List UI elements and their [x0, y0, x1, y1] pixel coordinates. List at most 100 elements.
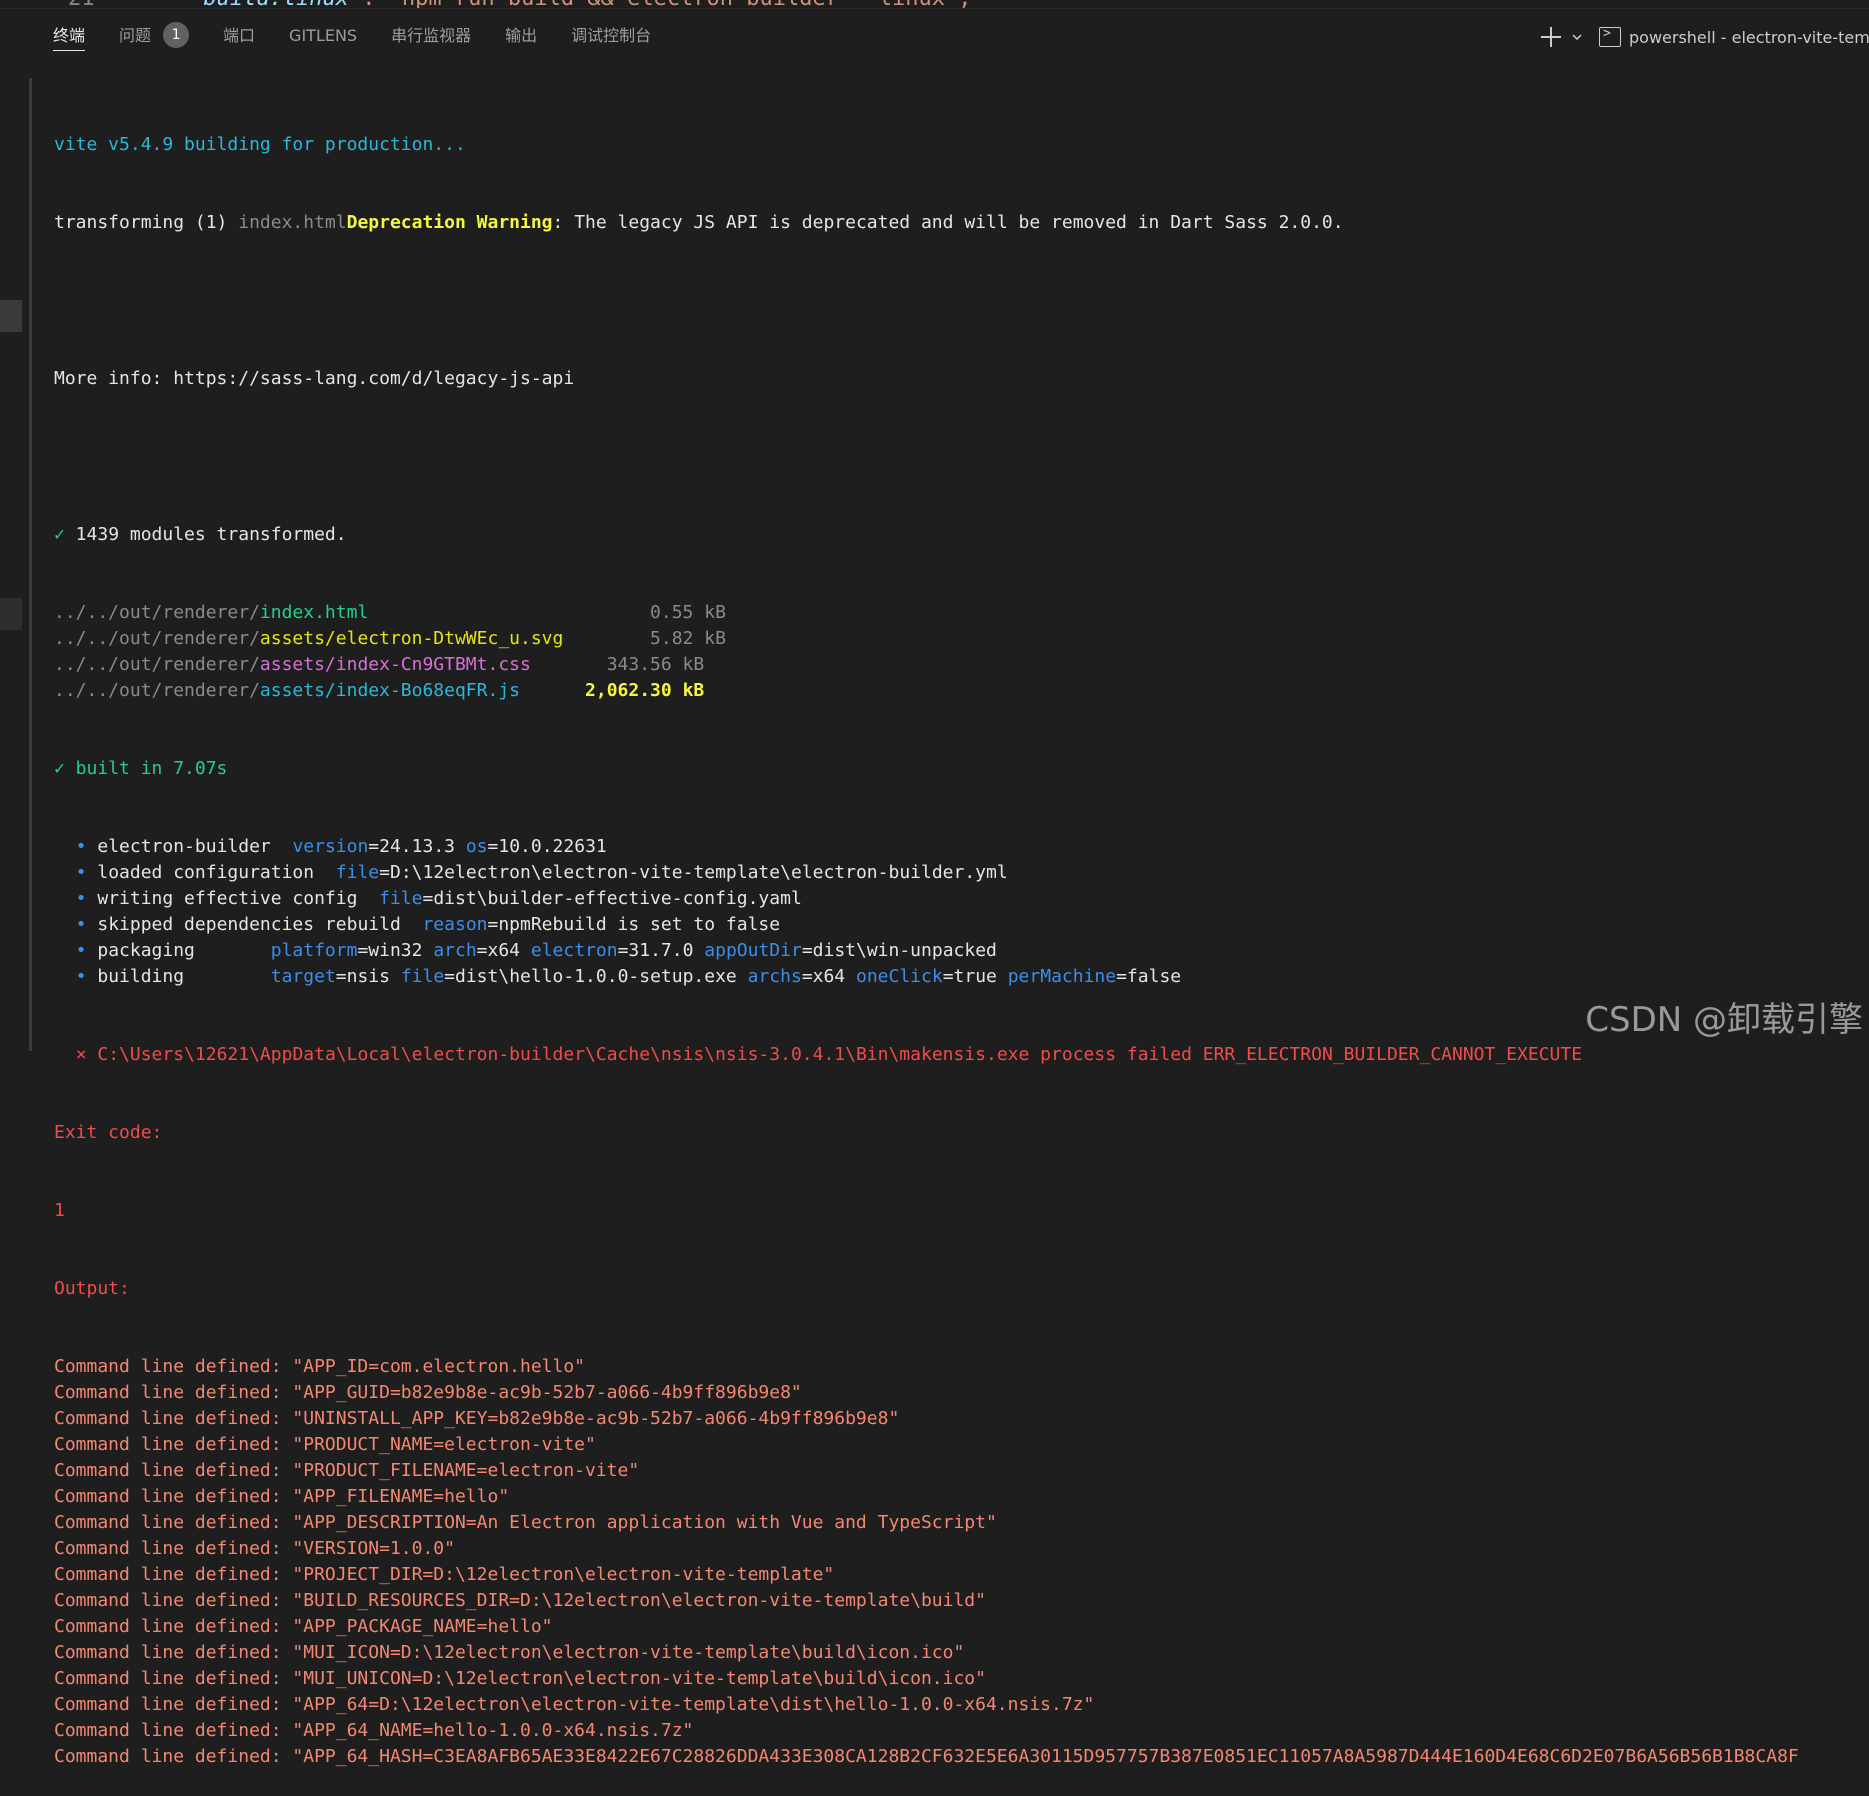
- builder-step: skipped dependencies rebuild: [97, 914, 423, 935]
- tab-5[interactable]: 输出: [505, 9, 537, 65]
- deprecation-message: : The legacy JS API is deprecated and wi…: [552, 212, 1344, 233]
- output-file-size: 5.82 kB: [650, 628, 726, 649]
- bullet-icon: •: [54, 914, 98, 935]
- builder-value: =true: [942, 966, 1008, 987]
- output-spacer: [563, 628, 650, 649]
- output-file-name: index.html: [259, 602, 369, 623]
- builder-value: =nsis: [335, 966, 401, 987]
- tab-label: 端口: [223, 26, 256, 45]
- terminal-output[interactable]: vite v5.4.9 building for production... t…: [54, 80, 1854, 1796]
- terminal-gutter: [29, 78, 32, 1051]
- builder-step: packaging: [97, 940, 271, 961]
- plus-icon[interactable]: [1539, 25, 1563, 49]
- bullet-icon: •: [54, 966, 98, 987]
- define-line: Command line defined: "UNINSTALL_APP_KEY…: [54, 1408, 900, 1429]
- define-line: Command line defined: "PROJECT_DIR=D:\12…: [54, 1564, 835, 1585]
- tab-label: 串行监视器: [391, 26, 472, 45]
- builder-row: • electron-builder version=24.13.3 os=10…: [54, 834, 1854, 860]
- bullet-icon: •: [54, 940, 98, 961]
- bullet-icon: •: [54, 862, 98, 883]
- define-line: Command line defined: "PRODUCT_FILENAME=…: [54, 1460, 640, 1481]
- more-info-line: More info: https://sass-lang.com/d/legac…: [54, 368, 575, 389]
- builder-step: building: [97, 966, 271, 987]
- tab-4[interactable]: 串行监视器: [391, 9, 471, 65]
- transform-file: index.html: [238, 212, 347, 233]
- builder-row: • building target=nsis file=dist\hello-1…: [54, 964, 1854, 990]
- output-file-row: ../../out/renderer/index.html 0.55 kB: [54, 600, 1854, 626]
- define-line: Command line defined: "APP_64_HASH=C3EA8…: [54, 1746, 1799, 1767]
- builder-key: os: [465, 836, 488, 857]
- builder-value: =dist\builder-effective-config.yaml: [422, 888, 802, 909]
- panel-tabs: 终端 问题 1 端口 GITLENS 串行监视器 输出 调试控制台: [53, 9, 685, 65]
- builder-key: version: [292, 836, 369, 857]
- tab-0[interactable]: 终端: [53, 9, 86, 65]
- terminal-icon: [1599, 26, 1621, 47]
- terminal-name[interactable]: powershell - electron-vite-templ: [1629, 28, 1869, 47]
- transform-prefix: transforming (1): [54, 212, 239, 233]
- output-dir: ../../out/renderer/: [54, 680, 260, 701]
- output-spacer: [520, 680, 585, 701]
- builder-value: =x64: [476, 940, 531, 961]
- builder-key: reason: [422, 914, 488, 935]
- output-file-name: assets/index-Cn9GTBMt.css: [259, 654, 531, 675]
- output-dir: ../../out/renderer/: [54, 602, 260, 623]
- output-spacer: [368, 602, 650, 623]
- output-file-size: 0.55 kB: [650, 602, 726, 623]
- builder-step: loaded configuration: [97, 862, 336, 883]
- builder-log: • electron-builder version=24.13.3 os=10…: [54, 834, 1854, 990]
- exit-code-label: Exit code:: [54, 1122, 163, 1143]
- builder-key: electron: [530, 940, 618, 961]
- builder-value: =false: [1116, 966, 1182, 987]
- builder-row: • skipped dependencies rebuild reason=np…: [54, 912, 1854, 938]
- output-file-name: assets/index-Bo68eqFR.js: [259, 680, 520, 701]
- output-file-size: 2,062.30 kB: [585, 680, 705, 701]
- builder-value: =31.7.0: [617, 940, 705, 961]
- builder-key: file: [400, 966, 445, 987]
- define-line: Command line defined: "PRODUCT_NAME=elec…: [54, 1434, 596, 1455]
- output-file-row: ../../out/renderer/assets/index-Bo68eqFR…: [54, 678, 1854, 704]
- builder-value: =24.13.3: [368, 836, 466, 857]
- builder-row: • loaded configuration file=D:\12electro…: [54, 860, 1854, 886]
- output-file-row: ../../out/renderer/assets/electron-DtwWE…: [54, 626, 1854, 652]
- builder-key: file: [379, 888, 423, 909]
- chevron-down-icon[interactable]: [1571, 31, 1583, 43]
- tab-label: 终端: [53, 26, 86, 45]
- transform-line: transforming (1) index.htmlDeprecation W…: [54, 210, 1854, 236]
- define-line: Command line defined: "APP_GUID=b82e9b8e…: [54, 1382, 802, 1403]
- tab-label: GITLENS: [289, 26, 358, 45]
- output-file-name: assets/electron-DtwWEc_u.svg: [259, 628, 564, 649]
- builder-value: =dist\win-unpacked: [801, 940, 997, 961]
- bullet-icon: •: [54, 836, 98, 857]
- builder-step: writing effective config: [97, 888, 380, 909]
- watermark: CSDN @卸载引擎: [1585, 1000, 1863, 1040]
- builder-key: platform: [270, 940, 358, 961]
- builder-value: =npmRebuild is set to false: [487, 914, 781, 935]
- output-files: ../../out/renderer/index.html 0.55 kB ../…: [54, 600, 1854, 704]
- define-line: Command line defined: "MUI_ICON=D:\12ele…: [54, 1642, 965, 1663]
- builder-row: • writing effective config file=dist\bui…: [54, 886, 1854, 912]
- exit-code-value: 1: [54, 1200, 65, 1221]
- builder-key: perMachine: [1007, 966, 1117, 987]
- tab-label: 输出: [505, 26, 538, 45]
- define-line: Command line defined: "BUILD_RESOURCES_D…: [54, 1590, 986, 1611]
- tab-3[interactable]: GITLENS: [289, 9, 357, 65]
- panel-actions: powershell - electron-vite-templ: [1539, 9, 1869, 65]
- tab-6[interactable]: 调试控制台: [571, 9, 651, 65]
- tab-2[interactable]: 端口: [223, 9, 255, 65]
- tab-1[interactable]: 问题 1: [119, 9, 190, 65]
- built-line: ✓ built in 7.07s: [54, 756, 1854, 782]
- define-line: Command line defined: "APP_64_NAME=hello…: [54, 1720, 694, 1741]
- builder-key: file: [335, 862, 380, 883]
- builder-key: target: [270, 966, 336, 987]
- output-spacer: [531, 654, 607, 675]
- gutter-marker: [0, 300, 22, 332]
- tab-label: 调试控制台: [571, 26, 652, 45]
- builder-key: appOutDir: [704, 940, 802, 961]
- error-icon: ⨯: [54, 1044, 97, 1065]
- builder-value: =dist\hello-1.0.0-setup.exe: [444, 966, 748, 987]
- error-line: ⨯ C:\Users\12621\AppData\Local\electron-…: [54, 1042, 1854, 1068]
- panel-tab-bar: 终端 问题 1 端口 GITLENS 串行监视器 输出 调试控制台 powershell - …: [0, 9, 1869, 65]
- gutter-marker: [0, 598, 22, 630]
